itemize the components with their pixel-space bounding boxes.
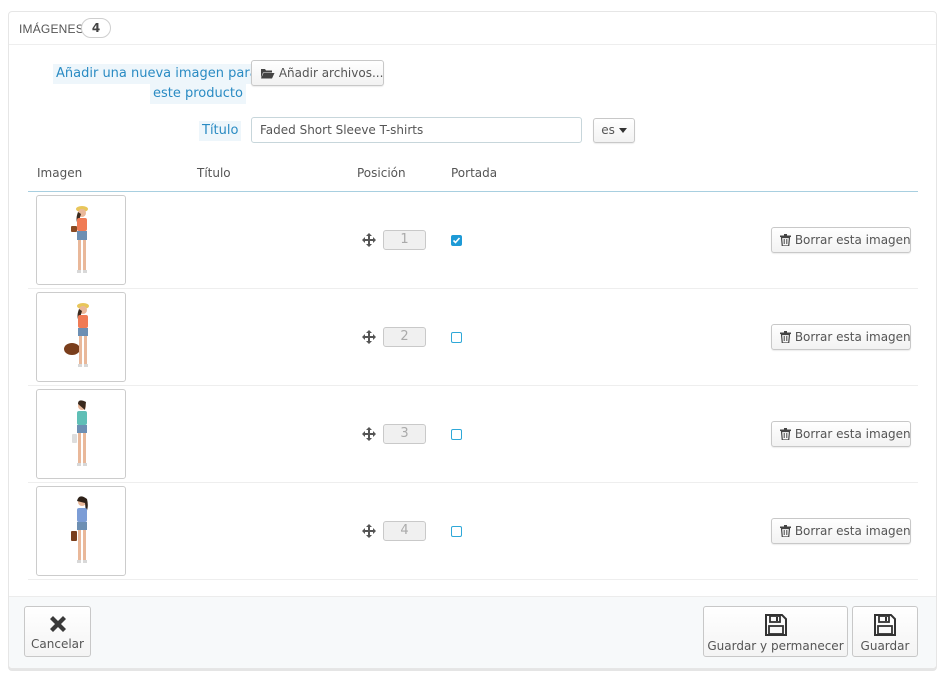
product-thumbnail[interactable] bbox=[36, 292, 126, 382]
image-count-badge: 4 bbox=[81, 18, 111, 38]
move-icon[interactable] bbox=[362, 524, 376, 538]
delete-image-button[interactable]: Borrar esta imagen bbox=[771, 227, 911, 253]
save-and-stay-label: Guardar y permanecer bbox=[707, 639, 844, 653]
row-divider bbox=[28, 482, 918, 483]
product-photo bbox=[72, 400, 87, 466]
delete-image-label: Borrar esta imagen bbox=[794, 330, 911, 344]
cover-checkbox[interactable] bbox=[451, 332, 462, 343]
caret-down-icon bbox=[618, 128, 627, 133]
language-code: es bbox=[601, 123, 615, 137]
product-photo bbox=[64, 303, 89, 367]
cover-checkbox[interactable] bbox=[451, 235, 462, 246]
trash-icon bbox=[780, 525, 791, 538]
move-icon[interactable] bbox=[362, 427, 376, 441]
table-header-divider bbox=[28, 191, 918, 192]
check-icon bbox=[452, 237, 461, 244]
add-image-label-line2: este producto bbox=[150, 84, 246, 104]
delete-image-button[interactable]: Borrar esta imagen bbox=[771, 518, 911, 544]
save-button[interactable]: Guardar bbox=[852, 606, 918, 657]
product-photo bbox=[71, 496, 88, 563]
delete-image-label: Borrar esta imagen bbox=[794, 427, 911, 441]
delete-image-label: Borrar esta imagen bbox=[794, 524, 911, 538]
column-header-position: Posición bbox=[357, 166, 406, 180]
cancel-label: Cancelar bbox=[31, 637, 84, 651]
cover-checkbox[interactable] bbox=[451, 429, 462, 440]
position-input[interactable]: 1 bbox=[383, 230, 426, 250]
column-header-title: Título bbox=[197, 166, 231, 180]
product-thumbnail[interactable] bbox=[36, 389, 126, 479]
title-label: Título bbox=[199, 121, 242, 141]
add-files-button[interactable]: Añadir archivos... bbox=[251, 60, 384, 86]
folder-open-icon bbox=[261, 69, 275, 79]
floppy-disk-icon bbox=[764, 614, 787, 636]
trash-icon bbox=[780, 428, 791, 441]
move-icon[interactable] bbox=[362, 233, 376, 247]
move-icon[interactable] bbox=[362, 330, 376, 344]
row-divider bbox=[28, 579, 918, 580]
cover-checkbox[interactable] bbox=[451, 526, 462, 537]
language-dropdown[interactable]: es bbox=[593, 118, 635, 143]
delete-image-button[interactable]: Borrar esta imagen bbox=[771, 421, 911, 447]
position-input[interactable]: 4 bbox=[383, 521, 426, 541]
product-photo bbox=[71, 206, 88, 273]
panel-heading: IMÁGENES 4 bbox=[9, 12, 936, 45]
delete-image-button[interactable]: Borrar esta imagen bbox=[771, 324, 911, 350]
row-divider bbox=[28, 288, 918, 289]
trash-icon bbox=[780, 234, 791, 247]
cancel-button[interactable]: Cancelar bbox=[24, 606, 91, 657]
delete-image-label: Borrar esta imagen bbox=[794, 233, 911, 247]
product-thumbnail[interactable] bbox=[36, 195, 126, 285]
product-thumbnail[interactable] bbox=[36, 486, 126, 576]
column-header-image: Imagen bbox=[37, 166, 83, 180]
add-image-label-line1: Añadir una nueva imagen para bbox=[53, 64, 261, 84]
row-divider bbox=[28, 385, 918, 386]
save-and-stay-button[interactable]: Guardar y permanecer bbox=[703, 606, 848, 657]
floppy-disk-icon bbox=[874, 614, 896, 636]
column-header-cover: Portada bbox=[451, 166, 498, 180]
trash-icon bbox=[780, 331, 791, 344]
close-icon bbox=[49, 616, 66, 632]
save-label: Guardar bbox=[860, 639, 910, 653]
position-input[interactable]: 3 bbox=[383, 424, 426, 444]
add-files-label: Añadir archivos... bbox=[278, 66, 384, 80]
title-input[interactable]: Faded Short Sleeve T-shirts bbox=[251, 117, 582, 143]
panel-title: IMÁGENES bbox=[19, 22, 84, 36]
position-input[interactable]: 2 bbox=[383, 327, 426, 347]
